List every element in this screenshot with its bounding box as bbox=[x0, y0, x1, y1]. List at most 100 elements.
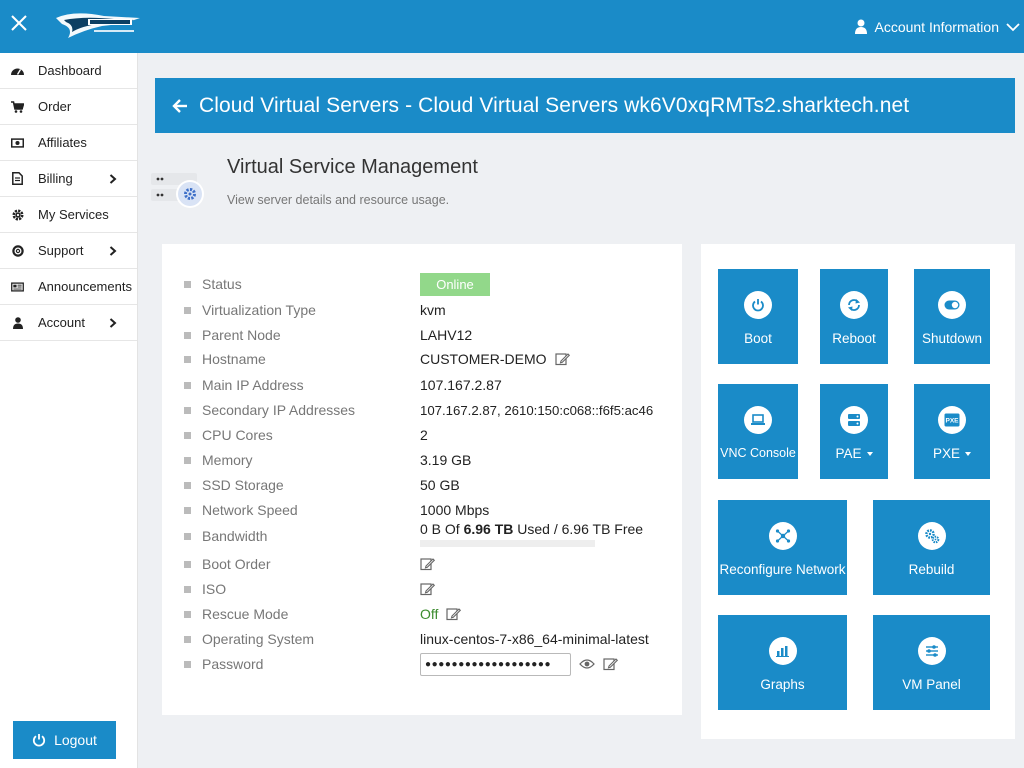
shutdown-label: Shutdown bbox=[921, 331, 983, 346]
detail-label: Network Speed bbox=[202, 502, 298, 518]
detail-row-boot-order: Boot Order bbox=[184, 554, 674, 574]
bandwidth-prefix: 0 B Of bbox=[420, 521, 460, 537]
sidebar-item-label: Announcements bbox=[38, 279, 132, 294]
chevron-right-icon bbox=[109, 174, 117, 184]
bullet bbox=[184, 610, 191, 618]
detail-label: Parent Node bbox=[202, 327, 281, 343]
detail-label: Operating System bbox=[202, 631, 315, 647]
chevron-down-icon bbox=[1006, 22, 1020, 31]
sidebar-item-support[interactable]: Support bbox=[0, 233, 137, 269]
detail-row-main-ip: Main IP Address 107.167.2.87 bbox=[184, 375, 674, 395]
bullet bbox=[184, 532, 191, 540]
account-information-menu[interactable]: Account Information bbox=[855, 0, 1020, 53]
power-icon bbox=[33, 734, 46, 747]
sidebar-item-affiliates[interactable]: Affiliates bbox=[0, 125, 137, 161]
detail-row-iso: ISO bbox=[184, 579, 674, 599]
account-information-label: Account Information bbox=[874, 18, 999, 35]
sidebar-item-label: Account bbox=[38, 315, 85, 330]
user-icon bbox=[855, 19, 868, 34]
rebuild-label: Rebuild bbox=[908, 562, 955, 577]
detail-value: 2 bbox=[420, 427, 428, 443]
detail-row-memory: Memory 3.19 GB bbox=[184, 450, 674, 470]
bullet bbox=[184, 456, 191, 464]
detail-value: 50 GB bbox=[420, 477, 460, 493]
bullet bbox=[184, 406, 191, 414]
detail-label: Status bbox=[202, 276, 242, 292]
bandwidth-suffix: Used / 6.96 TB Free bbox=[517, 521, 644, 537]
vnc-console-button[interactable]: VNC Console bbox=[718, 384, 798, 479]
money-icon bbox=[11, 136, 24, 149]
edit-rescue-mode-icon[interactable] bbox=[446, 607, 462, 621]
graphs-label: Graphs bbox=[760, 677, 805, 692]
sidebar-item-order[interactable]: Order bbox=[0, 89, 137, 125]
pxe-label: PXE bbox=[932, 446, 960, 461]
bullet bbox=[184, 585, 191, 593]
section-subtitle: View server details and resource usage. bbox=[227, 193, 450, 207]
edit-password-icon[interactable] bbox=[603, 657, 618, 671]
bullet bbox=[184, 280, 191, 288]
graphs-button[interactable]: Graphs bbox=[718, 615, 847, 710]
detail-value: 3.19 GB bbox=[420, 452, 472, 468]
bandwidth-progress-bar bbox=[420, 540, 595, 547]
caret-down-icon bbox=[965, 451, 971, 456]
boot-button[interactable]: Boot bbox=[718, 269, 798, 364]
bandwidth-value: 0 B Of 6.96 TB Used / 6.96 TB Free bbox=[420, 521, 643, 537]
sidebar-item-dashboard[interactable]: Dashboard bbox=[0, 53, 137, 89]
detail-label: Hostname bbox=[202, 351, 266, 367]
detail-row-os: Operating System linux-centos-7-x86_64-m… bbox=[184, 629, 674, 649]
pxe-dropdown-button[interactable]: PXE PXE bbox=[914, 384, 990, 479]
pae-dropdown-button[interactable]: PAE bbox=[820, 384, 888, 479]
bullet bbox=[184, 381, 191, 389]
cart-icon bbox=[11, 100, 24, 113]
rescue-mode-value: Off bbox=[420, 606, 439, 622]
back-arrow-icon[interactable] bbox=[172, 98, 188, 114]
detail-value: kvm bbox=[420, 302, 446, 318]
detail-label: Main IP Address bbox=[202, 377, 304, 393]
detail-row-parent-node: Parent Node LAHV12 bbox=[184, 325, 674, 345]
section-title: Virtual Service Management bbox=[227, 156, 478, 178]
pxe-icon-text: PXE bbox=[945, 418, 959, 425]
edit-hostname-icon[interactable] bbox=[554, 352, 570, 366]
vm-panel-button[interactable]: VM Panel bbox=[873, 615, 990, 710]
reboot-label: Reboot bbox=[832, 331, 876, 346]
sidebar-item-label: Dashboard bbox=[38, 63, 102, 78]
rebuild-button[interactable]: Rebuild bbox=[873, 500, 990, 595]
reconfigure-network-button[interactable]: Reconfigure Network bbox=[718, 500, 847, 595]
page-title: Cloud Virtual Servers - Cloud Virtual Se… bbox=[199, 93, 910, 117]
lifebuoy-icon bbox=[11, 244, 24, 257]
shutdown-button[interactable]: Shutdown bbox=[914, 269, 990, 364]
bullet bbox=[184, 560, 191, 568]
edit-boot-order-icon[interactable] bbox=[420, 557, 435, 571]
detail-row-cpu: CPU Cores 2 bbox=[184, 425, 674, 445]
chevron-right-icon bbox=[109, 318, 117, 328]
detail-row-network: Network Speed 1000 Mbps bbox=[184, 500, 674, 520]
bullet bbox=[184, 431, 191, 439]
detail-row-status: Status Online bbox=[184, 272, 674, 296]
detail-label: Bandwidth bbox=[202, 528, 268, 544]
sidebar-item-label: My Services bbox=[38, 207, 109, 222]
server-details-panel: Status Online Virtualization Type kvm Pa… bbox=[162, 244, 682, 715]
eye-icon[interactable] bbox=[579, 658, 595, 670]
logout-button[interactable]: Logout bbox=[13, 721, 116, 759]
detail-row-rescue: Rescue Mode Off bbox=[184, 604, 674, 624]
sharktech-logo[interactable] bbox=[54, 8, 144, 44]
sidebar-item-account[interactable]: Account bbox=[0, 305, 137, 341]
detail-label: Secondary IP Addresses bbox=[202, 402, 356, 418]
sidebar-item-announcements[interactable]: Announcements bbox=[0, 269, 137, 305]
password-field[interactable]: ●●●●●●●●●●●●●●●●●●● bbox=[420, 652, 571, 676]
close-icon[interactable] bbox=[8, 12, 30, 34]
reconfigure-network-label: Reconfigure Network bbox=[719, 562, 846, 577]
toggle-icon bbox=[938, 291, 966, 319]
invoice-icon bbox=[11, 172, 24, 185]
sidebar-item-my-services[interactable]: My Services bbox=[0, 197, 137, 233]
reboot-button[interactable]: Reboot bbox=[820, 269, 888, 364]
detail-value: LAHV12 bbox=[420, 327, 473, 343]
sidebar-item-billing[interactable]: Billing bbox=[0, 161, 137, 197]
detail-row-hostname: Hostname CUSTOMER-DEMO bbox=[184, 349, 674, 369]
server-actions-panel: Boot Reboot Shutdown VNC Console PAE PXE… bbox=[701, 244, 1015, 739]
sidebar: Dashboard Order Affiliates Billing My Se… bbox=[0, 53, 138, 768]
chevron-right-icon bbox=[109, 246, 117, 256]
edit-iso-icon[interactable] bbox=[420, 582, 435, 596]
bandwidth-total: 6.96 TB bbox=[463, 521, 514, 537]
sidebar-item-label: Billing bbox=[38, 171, 73, 186]
